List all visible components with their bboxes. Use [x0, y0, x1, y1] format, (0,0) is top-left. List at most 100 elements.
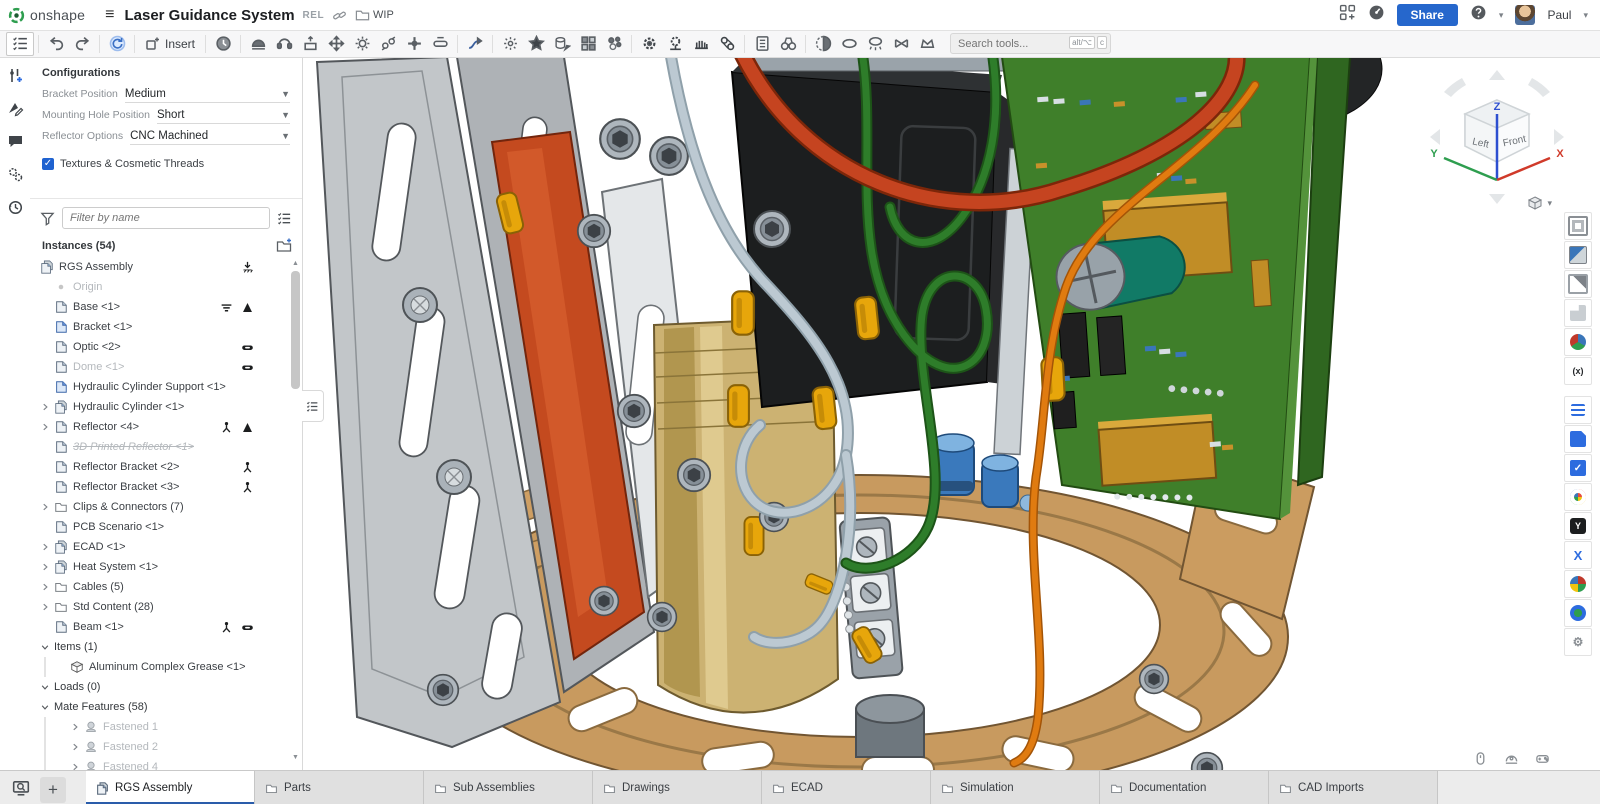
view-options-caret-icon[interactable]: ▾	[1547, 198, 1552, 209]
circle-suite-app-icon[interactable]	[1564, 483, 1592, 511]
chevron-down-icon[interactable]: ▼	[281, 110, 290, 120]
sliders-app-icon[interactable]	[1564, 396, 1592, 424]
tree-item-rgs-assembly[interactable]: RGS Assembly	[30, 257, 302, 277]
tab-cad-imports[interactable]: CAD Imports	[1269, 771, 1438, 804]
replicate-icon[interactable]	[549, 33, 575, 55]
tree-item-ecad[interactable]: ECAD <1>	[30, 537, 302, 557]
edit-cube-app-icon[interactable]	[1564, 270, 1592, 298]
named-positions-icon[interactable]	[888, 33, 914, 55]
undo-icon[interactable]	[43, 33, 69, 55]
sheet-block-app-icon[interactable]	[1564, 299, 1592, 327]
appearance-icon[interactable]	[836, 33, 862, 55]
sync-icon[interactable]	[104, 33, 130, 55]
list-view-icon[interactable]	[277, 211, 292, 226]
x-app-icon[interactable]: X	[1564, 541, 1592, 569]
tree-item-fastened-2[interactable]: Fastened 2	[44, 737, 302, 757]
feature-star-icon[interactable]	[523, 33, 549, 55]
onshape-logo[interactable]: onshape	[0, 7, 95, 24]
panel-flyout-handle[interactable]	[302, 390, 324, 422]
pattern-grid-icon[interactable]	[575, 33, 601, 55]
view-options[interactable]: ▾	[1527, 195, 1552, 211]
section-view-icon[interactable]	[810, 33, 836, 55]
gears-app-icon[interactable]: ⚙	[1564, 628, 1592, 656]
tab-simulation[interactable]: Simulation	[931, 771, 1100, 804]
avatar[interactable]	[1515, 5, 1536, 25]
mouse-settings-icon[interactable]	[1473, 751, 1488, 766]
user-menu-caret-icon[interactable]: ▾	[1583, 10, 1588, 21]
compare-app-icon[interactable]	[1564, 212, 1592, 240]
tree-item-fastened-4[interactable]: Fastened 4	[44, 757, 302, 770]
linear-mate-icon[interactable]	[401, 33, 427, 55]
filter-input[interactable]	[62, 207, 270, 229]
tree-section-mate-features[interactable]: Mate Features (58)	[30, 697, 302, 717]
spacemouse-icon[interactable]	[1504, 751, 1519, 766]
tree-item-heat-system[interactable]: Heat System <1>	[30, 557, 302, 577]
tree-item-reflector[interactable]: Reflector <4>	[30, 417, 302, 437]
checkbox-checked-icon[interactable]: ✓	[42, 158, 54, 170]
planner-app-icon[interactable]: ✓	[1564, 454, 1592, 482]
display-states-icon[interactable]	[914, 33, 940, 55]
expand-chevron-icon[interactable]	[40, 562, 50, 572]
fastened-mate-icon[interactable]	[245, 33, 271, 55]
config-row-mounting-hole[interactable]: Mounting Hole Position Short ▼	[42, 109, 290, 130]
tab-ecad[interactable]: ECAD	[762, 771, 931, 804]
tree-item-aluminum-grease[interactable]: Aluminum Complex Grease <1>	[44, 657, 302, 677]
belt-relation-icon[interactable]	[714, 33, 740, 55]
expand-chevron-icon[interactable]	[40, 402, 50, 412]
tree-item-hydraulic-cylinder[interactable]: Hydraulic Cylinder <1>	[30, 397, 302, 417]
pin-slot-mate-icon[interactable]	[427, 33, 453, 55]
expand-chevron-icon[interactable]	[40, 422, 50, 432]
insert-button[interactable]: Insert	[139, 36, 201, 52]
collapse-chevron-icon[interactable]	[40, 642, 50, 652]
slider-mate-icon[interactable]	[323, 33, 349, 55]
workspace-folder-icon[interactable]: WIP	[355, 8, 394, 23]
expand-chevron-icon[interactable]	[40, 542, 50, 552]
interference-check-icon[interactable]	[775, 33, 801, 55]
tree-item-dome[interactable]: Dome <1>	[30, 357, 302, 377]
scrollbar-down-arrow[interactable]: ▼	[291, 753, 300, 763]
search-tools[interactable]: alt/⌥ c	[950, 33, 1112, 54]
feature-list-toggle-icon[interactable]	[6, 31, 34, 56]
revert-history-icon[interactable]	[210, 33, 236, 55]
tree-item-beam[interactable]: Beam <1>	[30, 617, 302, 637]
help-caret-icon[interactable]: ▾	[1499, 10, 1504, 21]
planar-mate-icon[interactable]	[297, 33, 323, 55]
unity-app-icon[interactable]: Y	[1564, 512, 1592, 540]
tree-item-reflector-bracket-3[interactable]: Reflector Bracket <3>	[30, 477, 302, 497]
rack-pinion-icon[interactable]	[688, 33, 714, 55]
tree-item-cables[interactable]: Cables (5)	[30, 577, 302, 597]
revolute-mate-icon[interactable]	[271, 33, 297, 55]
snap-mode-icon[interactable]	[462, 33, 488, 55]
expand-chevron-icon[interactable]	[40, 502, 50, 512]
tree-item-origin[interactable]: Origin	[30, 277, 302, 297]
gear-relation-icon[interactable]	[636, 33, 662, 55]
tab-documentation[interactable]: Documentation	[1100, 771, 1269, 804]
expand-chevron-icon[interactable]	[40, 582, 50, 592]
learning-gauge-icon[interactable]	[1368, 4, 1385, 26]
share-button[interactable]: Share	[1396, 4, 1458, 26]
target-app-icon[interactable]	[1564, 599, 1592, 627]
tab-parts[interactable]: Parts	[255, 771, 424, 804]
tree-item-hydraulic-cylinder-support[interactable]: Hydraulic Cylinder Support <1>	[30, 377, 302, 397]
versions-icon[interactable]	[7, 166, 24, 183]
variables-app-icon[interactable]: (x)	[1564, 357, 1592, 385]
collapse-chevron-icon[interactable]	[40, 682, 50, 692]
ball-mate-icon[interactable]	[349, 33, 375, 55]
expand-chevron-icon[interactable]	[70, 762, 80, 770]
tab-rgs-assembly[interactable]: RGS Assembly	[86, 771, 255, 804]
tree-section-loads[interactable]: Loads (0)	[30, 677, 302, 697]
3d-viewport[interactable]: Left Front Z Y X ▾ (x) ✓ Y X ⚙	[302, 57, 1600, 770]
redo-icon[interactable]	[69, 33, 95, 55]
filter-funnel-icon[interactable]	[40, 211, 55, 226]
config-row-bracket-position[interactable]: Bracket Position Medium ▼	[42, 88, 290, 109]
tree-item-pcb-scenario[interactable]: PCB Scenario <1>	[30, 517, 302, 537]
pie-suite-app-icon[interactable]	[1564, 570, 1592, 598]
tree-item-reflector-bracket-2[interactable]: Reflector Bracket <2>	[30, 457, 302, 477]
create-folder-icon[interactable]	[276, 238, 292, 254]
exploded-view-icon[interactable]	[862, 33, 888, 55]
gear-train-icon[interactable]	[662, 33, 688, 55]
gamepad-icon[interactable]	[1535, 751, 1550, 766]
tab-drawings[interactable]: Drawings	[593, 771, 762, 804]
tab-sub-assemblies[interactable]: Sub Assemblies	[424, 771, 593, 804]
textures-checkbox-row[interactable]: ✓ Textures & Cosmetic Threads	[42, 158, 290, 170]
